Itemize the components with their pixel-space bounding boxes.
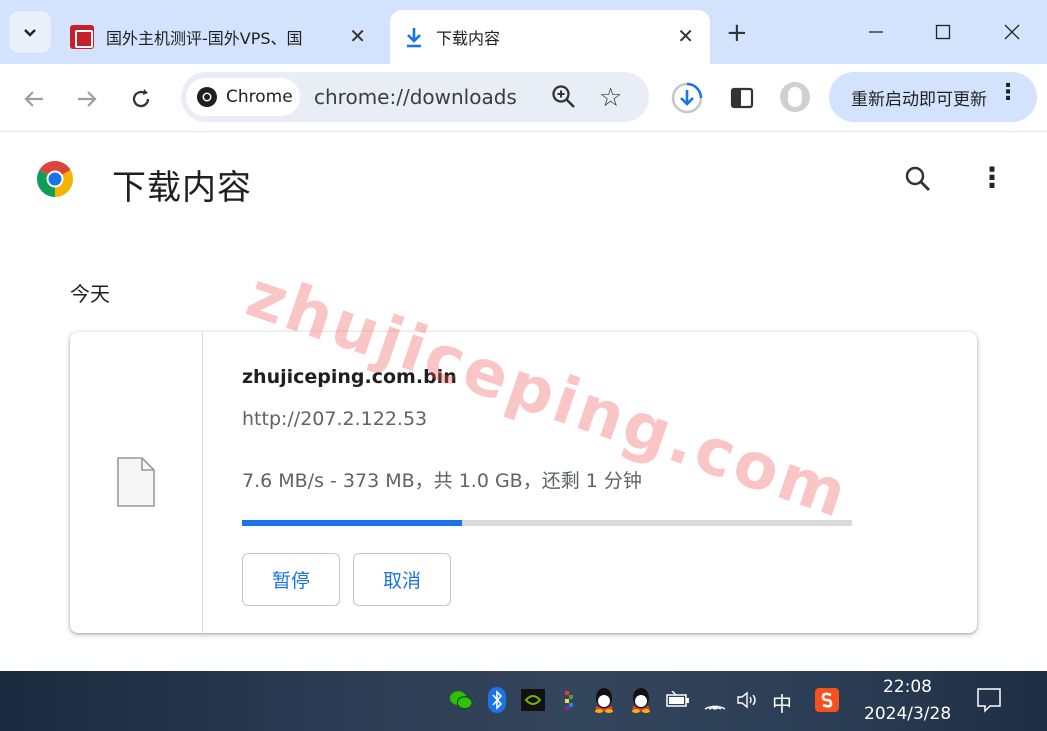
wifi-icon[interactable] <box>703 688 727 712</box>
close-window-icon[interactable] <box>992 16 1032 48</box>
menu-dots-icon[interactable]: ⋮ <box>997 82 1019 104</box>
taskbar: 中 22:08 2024/3/28 <box>0 671 1047 731</box>
chip-label: Chrome <box>226 87 293 107</box>
tab-title: 国外主机测评-国外VPS、国 <box>106 29 303 48</box>
file-icon <box>116 456 156 512</box>
chevron-down-icon <box>24 29 36 37</box>
search-icon[interactable] <box>904 165 932 197</box>
relaunch-update-button[interactable]: 重新启动即可更新 ⋮ <box>829 72 1037 122</box>
notification-center-icon[interactable] <box>976 687 1002 717</box>
tab-downloads[interactable]: 下载内容 ✕ <box>390 10 710 64</box>
sogou-input-icon[interactable] <box>815 688 839 712</box>
clock-time[interactable]: 22:08 <box>883 677 932 697</box>
zoom-icon[interactable] <box>551 84 577 114</box>
pause-button[interactable]: 暂停 <box>242 553 340 606</box>
close-tab-icon[interactable]: ✕ <box>677 24 694 48</box>
forward-icon[interactable] <box>72 84 102 114</box>
update-label: 重新启动即可更新 <box>851 89 987 110</box>
site-info-chip[interactable]: Chrome <box>186 78 300 116</box>
download-source-url[interactable]: http://207.2.122.53 <box>242 408 427 430</box>
new-tab-icon[interactable]: + <box>726 18 748 48</box>
address-bar[interactable]: Chrome chrome://downloads ☆ <box>181 72 649 122</box>
download-progress-text: 7.6 MB/s - 373 MB，共 1.0 GB，还剩 1 分钟 <box>242 470 642 492</box>
bluetooth-icon[interactable] <box>485 687 509 713</box>
more-options-icon[interactable]: ⋮ <box>978 164 1006 192</box>
profile-avatar-icon[interactable] <box>780 82 810 112</box>
back-icon[interactable] <box>19 84 49 114</box>
bookmark-star-icon[interactable]: ☆ <box>599 83 622 113</box>
download-progress-bar <box>242 520 852 526</box>
qq-icon[interactable] <box>592 688 616 713</box>
date-section-heading: 今天 <box>70 282 110 306</box>
url-text[interactable]: chrome://downloads <box>314 85 517 109</box>
colorful-app-icon[interactable] <box>557 688 581 712</box>
clock-date[interactable]: 2024/3/28 <box>864 704 951 724</box>
minimize-icon[interactable] <box>856 16 896 48</box>
chrome-logo-icon <box>36 160 74 202</box>
download-progress-fill <box>242 520 462 526</box>
battery-icon[interactable] <box>666 688 690 712</box>
cancel-button[interactable]: 取消 <box>353 553 451 606</box>
tab-zhujiceping[interactable]: 国外主机测评-国外VPS、国 ✕ <box>60 10 382 64</box>
qq-icon[interactable] <box>629 688 653 713</box>
card-divider <box>202 332 203 633</box>
volume-icon[interactable] <box>736 688 760 712</box>
download-icon <box>407 28 421 48</box>
tab-search-button[interactable] <box>9 11 51 53</box>
browser-toolbar: Chrome chrome://downloads ☆ 重新启动即可更新 ⋮ <box>0 64 1047 132</box>
reload-icon[interactable] <box>126 84 156 114</box>
page-title: 下载内容 <box>112 168 252 208</box>
ime-language-indicator[interactable]: 中 <box>772 688 792 717</box>
downloads-toolbar-icon[interactable] <box>671 82 703 118</box>
chrome-logo-icon <box>197 87 217 107</box>
site-favicon-icon <box>70 25 94 49</box>
maximize-icon[interactable] <box>923 16 963 48</box>
tab-strip: 国外主机测评-国外VPS、国 ✕ 下载内容 ✕ + <box>0 0 1047 64</box>
tab-title: 下载内容 <box>436 29 501 48</box>
wechat-icon[interactable] <box>449 688 473 712</box>
nvidia-icon[interactable] <box>521 688 545 712</box>
close-tab-icon[interactable]: ✕ <box>349 24 366 48</box>
side-panel-icon[interactable] <box>730 86 754 114</box>
